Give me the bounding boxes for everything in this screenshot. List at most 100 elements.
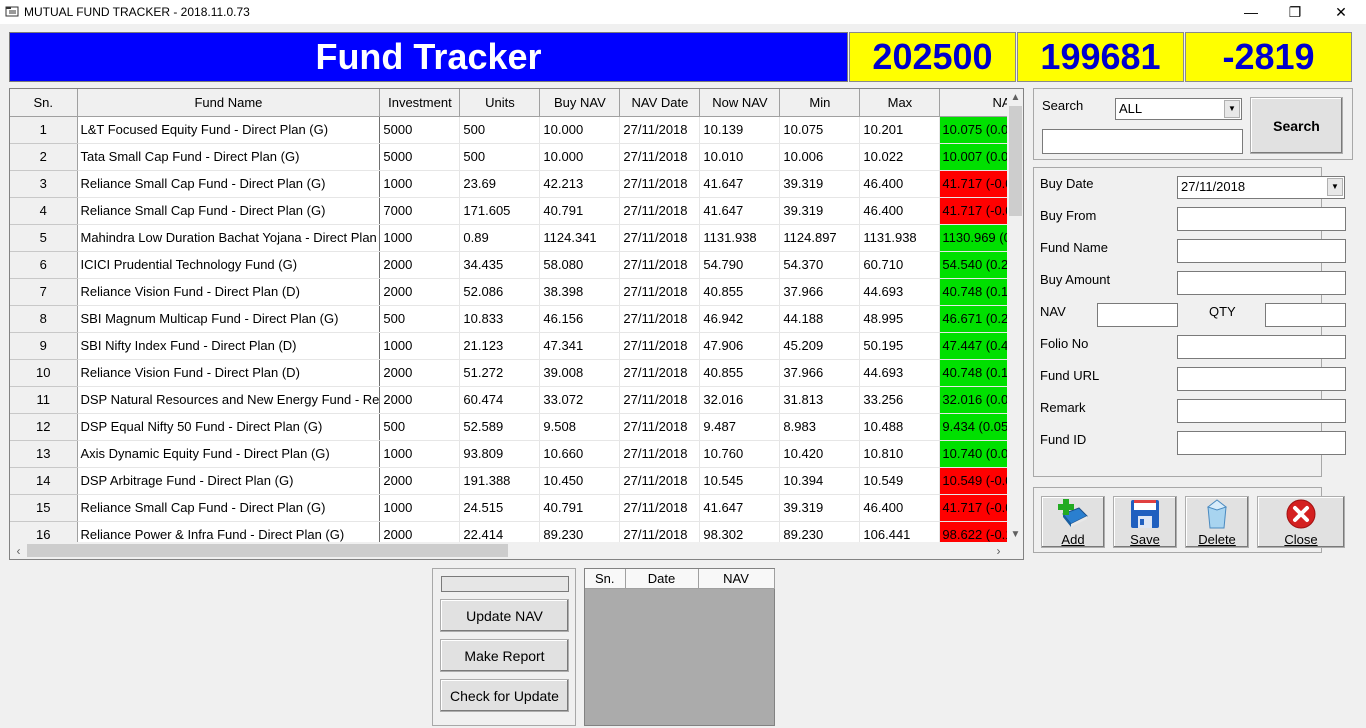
investment-cell[interactable]: 2000 [379, 386, 461, 414]
row-sn[interactable]: 6 [10, 251, 78, 279]
investment-cell[interactable]: 5000 [379, 116, 461, 144]
buy-nav-cell[interactable]: 40.791 [539, 197, 621, 225]
now-nav-cell[interactable]: 40.855 [699, 278, 781, 306]
investment-cell[interactable]: 1000 [379, 224, 461, 252]
history-column-header[interactable]: NAV [698, 569, 775, 589]
nav-change-cell[interactable]: 47.447 (0.4 [939, 332, 1014, 360]
nav-date-cell[interactable]: 27/11/2018 [619, 170, 701, 198]
units-cell[interactable]: 34.435 [459, 251, 541, 279]
nav-change-cell[interactable]: 10.549 (-0.0 [939, 467, 1014, 495]
min-cell[interactable]: 37.966 [779, 359, 861, 387]
units-cell[interactable]: 171.605 [459, 197, 541, 225]
column-header[interactable]: NA [939, 89, 1014, 117]
min-cell[interactable]: 10.394 [779, 467, 861, 495]
now-nav-cell[interactable]: 47.906 [699, 332, 781, 360]
buy-from-input[interactable] [1177, 207, 1346, 231]
column-header[interactable]: NAV Date [619, 89, 701, 117]
max-cell[interactable]: 10.201 [859, 116, 941, 144]
vertical-scroll-thumb[interactable] [1009, 106, 1022, 216]
table-row[interactable]: 4 Reliance Small Cap Fund - Direct Plan (… [10, 197, 1014, 225]
nav-change-cell[interactable]: 41.717 (-0.0 [939, 197, 1014, 225]
table-row[interactable]: 6 ICICI Prudential Technology Fund (G) 200… [10, 251, 1014, 279]
investment-cell[interactable]: 1000 [379, 332, 461, 360]
fund-name-cell[interactable]: L&T Focused Equity Fund - Direct Plan (G… [77, 116, 381, 144]
investment-cell[interactable]: 2000 [379, 278, 461, 306]
fund-name-cell[interactable]: DSP Equal Nifty 50 Fund - Direct Plan (G… [77, 413, 381, 441]
now-nav-cell[interactable]: 10.545 [699, 467, 781, 495]
units-cell[interactable]: 500 [459, 116, 541, 144]
buy-nav-cell[interactable]: 39.008 [539, 359, 621, 387]
row-sn[interactable]: 10 [10, 359, 78, 387]
scroll-right-icon[interactable]: › [990, 542, 1007, 559]
min-cell[interactable]: 1124.897 [779, 224, 861, 252]
max-cell[interactable]: 10.022 [859, 143, 941, 171]
remark-input[interactable] [1177, 399, 1346, 423]
max-cell[interactable]: 10.488 [859, 413, 941, 441]
investment-cell[interactable]: 5000 [379, 143, 461, 171]
max-cell[interactable]: 10.549 [859, 467, 941, 495]
max-cell[interactable]: 48.995 [859, 305, 941, 333]
fund-name-cell[interactable]: DSP Arbitrage Fund - Direct Plan (G) [77, 467, 381, 495]
column-header[interactable]: Units [459, 89, 541, 117]
fund-name-cell[interactable]: Reliance Vision Fund - Direct Plan (D) [77, 278, 381, 306]
buy-nav-cell[interactable]: 47.341 [539, 332, 621, 360]
investment-cell[interactable]: 1000 [379, 440, 461, 468]
min-cell[interactable]: 10.420 [779, 440, 861, 468]
investment-cell[interactable]: 1000 [379, 170, 461, 198]
investment-cell[interactable]: 2000 [379, 467, 461, 495]
buy-nav-cell[interactable]: 10.000 [539, 143, 621, 171]
row-sn[interactable]: 3 [10, 170, 78, 198]
buy-nav-cell[interactable]: 46.156 [539, 305, 621, 333]
nav-change-cell[interactable]: 10.740 (0.0 [939, 440, 1014, 468]
row-sn[interactable]: 9 [10, 332, 78, 360]
fund-name-cell[interactable]: Reliance Vision Fund - Direct Plan (D) [77, 359, 381, 387]
check-update-button[interactable]: Check for Update [440, 679, 569, 712]
min-cell[interactable]: 31.813 [779, 386, 861, 414]
nav-change-cell[interactable]: 41.717 (-0.0 [939, 494, 1014, 522]
nav-change-cell[interactable]: 41.717 (-0.0 [939, 170, 1014, 198]
fund-name-input[interactable] [1177, 239, 1346, 263]
delete-button[interactable]: Delete [1185, 496, 1249, 548]
investment-cell[interactable]: 500 [379, 305, 461, 333]
nav-date-cell[interactable]: 27/11/2018 [619, 440, 701, 468]
now-nav-cell[interactable]: 40.855 [699, 359, 781, 387]
units-cell[interactable]: 23.69 [459, 170, 541, 198]
buy-nav-cell[interactable]: 42.213 [539, 170, 621, 198]
nav-input[interactable] [1097, 303, 1178, 327]
now-nav-cell[interactable]: 54.790 [699, 251, 781, 279]
nav-change-cell[interactable]: 40.748 (0.1 [939, 359, 1014, 387]
units-cell[interactable]: 24.515 [459, 494, 541, 522]
row-sn[interactable]: 12 [10, 413, 78, 441]
min-cell[interactable]: 39.319 [779, 197, 861, 225]
row-sn[interactable]: 13 [10, 440, 78, 468]
folio-input[interactable] [1177, 335, 1346, 359]
buy-amount-input[interactable] [1177, 271, 1346, 295]
max-cell[interactable]: 46.400 [859, 494, 941, 522]
scroll-left-icon[interactable]: ‹ [10, 542, 27, 559]
buy-nav-cell[interactable]: 10.450 [539, 467, 621, 495]
calendar-dropdown-icon[interactable]: ▼ [1327, 178, 1343, 196]
max-cell[interactable]: 46.400 [859, 170, 941, 198]
table-row[interactable]: 2 Tata Small Cap Fund - Direct Plan (G) 50… [10, 143, 1014, 171]
now-nav-cell[interactable]: 41.647 [699, 170, 781, 198]
column-header[interactable]: Fund Name [77, 89, 381, 117]
row-sn[interactable]: 11 [10, 386, 78, 414]
nav-date-cell[interactable]: 27/11/2018 [619, 413, 701, 441]
vertical-scrollbar[interactable]: ▲ ▼ [1007, 89, 1023, 544]
buy-nav-cell[interactable]: 10.660 [539, 440, 621, 468]
buy-date-picker[interactable]: 27/11/2018 ▼ [1177, 176, 1345, 199]
buy-nav-cell[interactable]: 58.080 [539, 251, 621, 279]
row-sn[interactable]: 15 [10, 494, 78, 522]
history-column-header[interactable]: Sn. [585, 569, 626, 589]
buy-nav-cell[interactable]: 40.791 [539, 494, 621, 522]
update-nav-button[interactable]: Update NAV [440, 599, 569, 632]
nav-date-cell[interactable]: 27/11/2018 [619, 278, 701, 306]
nav-change-cell[interactable]: 10.075 (0.0 [939, 116, 1014, 144]
horizontal-scroll-thumb[interactable] [27, 544, 508, 557]
column-header[interactable]: Min [779, 89, 861, 117]
row-sn[interactable]: 8 [10, 305, 78, 333]
table-row[interactable]: 1 L&T Focused Equity Fund - Direct Plan (… [10, 116, 1014, 144]
units-cell[interactable]: 0.89 [459, 224, 541, 252]
scroll-down-icon[interactable]: ▼ [1007, 526, 1023, 543]
units-cell[interactable]: 52.086 [459, 278, 541, 306]
